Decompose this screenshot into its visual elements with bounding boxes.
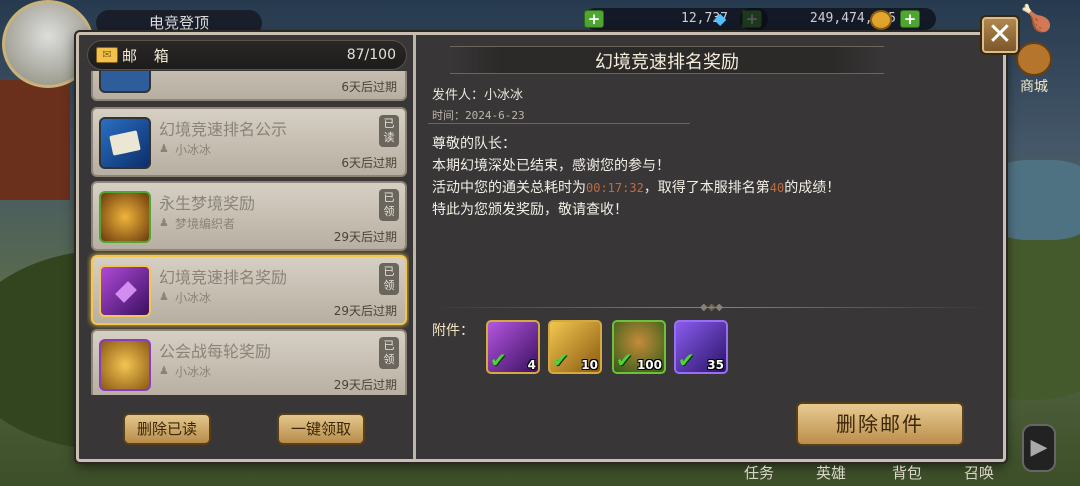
mailbox-header: ✉ 邮 箱 87/100 (87, 40, 407, 70)
attachment-purple-cube[interactable]: ✔ 35 (674, 320, 728, 374)
add-gems-button[interactable]: + (584, 10, 604, 28)
mail-item-expire: 29天后过期 (333, 230, 397, 244)
sender-label: 发件人： (432, 88, 485, 103)
nav-heroes[interactable]: 英雄 (816, 462, 846, 483)
shop-label: 商城 (1020, 79, 1048, 95)
mailbox-window: ✉ 邮 箱 87/100 6天后过期 幻境竞速排名公示 ♟ 小冰冰 已读 6天后… (76, 32, 1006, 462)
mail-item-sender: 小冰冰 (175, 143, 212, 157)
attachment-count: 4 (527, 358, 536, 372)
gold-coin-icon (870, 10, 892, 30)
person-icon: ♟ (159, 216, 169, 229)
body-line: 尊敬的队长： (432, 136, 516, 152)
mail-item-title: 幻境竞速排名奖励 (159, 268, 288, 287)
shop-icon (1016, 42, 1052, 76)
close-button[interactable]: ✕ (980, 15, 1020, 55)
nav-tasks[interactable]: 任务 (744, 462, 774, 483)
body-line: 本期幻境深处已结束，感谢您的参与！ (432, 158, 670, 174)
body-line: 特此为您颁发奖励，敬请查收！ (432, 202, 628, 218)
nav-bag[interactable]: 背包 (892, 462, 922, 483)
envelope-icon: ✉ (96, 47, 118, 63)
mail-item-title: 公会战每轮奖励 (159, 342, 272, 361)
purple-card-icon (99, 265, 151, 317)
mailbox-title: 邮 箱 (122, 47, 175, 65)
top-hud: 电竞登顶 12,737 + ◆ + 249,474,605 + 🍗 (0, 0, 1080, 88)
check-icon: ✔ (678, 348, 695, 372)
attachments-label: 附件： (432, 323, 474, 339)
time-value: 2024-6-23 (465, 109, 525, 122)
meta-underline (428, 123, 690, 124)
mail-body: 尊敬的队长： 本期幻境深处已结束，感谢您的参与！ 活动中您的通关总耗时为00:1… (432, 133, 840, 221)
mail-item-expire: 29天后过期 (333, 304, 397, 318)
delete-read-button[interactable]: 删除已读 (123, 413, 211, 445)
attachment-treasure-chest[interactable]: ✔ 100 (612, 320, 666, 374)
body-line: 活动中您的通关总耗时为00:17:32，取得了本服排名第40的成绩！ (432, 180, 841, 196)
drumstick-icon: 🍗 (1020, 4, 1053, 34)
mail-item-expire: 6天后过期 (341, 80, 397, 94)
mail-status-tag: 已领 (379, 189, 399, 221)
detail-title-banner: 幻境竞速排名奖励 (450, 44, 884, 74)
mail-status-tag: 已领 (379, 337, 399, 369)
mail-item[interactable]: 永生梦境奖励 ♟ 梦境编织者 已领 29天后过期 (91, 181, 407, 251)
time-row: 时间：2024-6-23 (432, 107, 525, 123)
mail-detail-title: 幻境竞速排名奖励 (595, 52, 739, 73)
sender-row: 发件人：小冰冰 (432, 84, 523, 103)
mail-item-icon (99, 71, 151, 93)
mail-count: 87/100 (346, 47, 396, 63)
expand-arrow-icon[interactable]: ▶ (1022, 424, 1056, 472)
mail-item[interactable]: 6天后过期 (91, 71, 407, 101)
envelope-icon (99, 117, 151, 169)
check-icon: ✔ (490, 348, 507, 372)
delete-mail-button[interactable]: 删除邮件 (796, 402, 964, 446)
separator-ornament: ◆◈◆ (700, 302, 724, 313)
mail-item[interactable]: 幻境竞速排名公示 ♟ 小冰冰 已读 6天后过期 (91, 107, 407, 177)
attachment-purple-card[interactable]: ✔ 4 (486, 320, 540, 374)
mail-item-title: 永生梦境奖励 (159, 194, 256, 213)
nav-summon[interactable]: 召唤 (964, 462, 994, 483)
mail-item-sender: 小冰冰 (175, 291, 212, 305)
sender-name: 小冰冰 (484, 88, 524, 103)
guild-coin-icon (99, 339, 151, 391)
person-icon: ♟ (159, 142, 169, 155)
panel-divider (413, 35, 416, 459)
attachment-count: 100 (636, 358, 662, 372)
add-stamina-button[interactable]: + (900, 10, 920, 28)
diamond-icon: ◆ (714, 9, 727, 28)
person-icon: ♟ (159, 364, 169, 377)
mail-item[interactable]: 公会战每轮奖励 ♟ 小冰冰 已领 29天后过期 (91, 329, 407, 395)
clear-time-value: 00:17:32 (586, 181, 644, 195)
claim-all-button[interactable]: 一键领取 (277, 413, 365, 445)
time-label: 时间： (432, 109, 465, 122)
attachment-gold-card[interactable]: ✔ 10 (548, 320, 602, 374)
check-icon: ✔ (552, 348, 569, 372)
mail-item-expire: 6天后过期 (341, 156, 397, 170)
person-icon: ♟ (159, 290, 169, 303)
mail-list[interactable]: 6天后过期 幻境竞速排名公示 ♟ 小冰冰 已读 6天后过期 永生梦境奖励 ♟ 梦… (87, 71, 409, 395)
mail-status-tag: 已领 (379, 263, 399, 295)
mail-item-title: 幻境竞速排名公示 (159, 120, 288, 139)
mail-item-sender: 小冰冰 (175, 365, 212, 379)
gold-pile-icon (99, 191, 151, 243)
rank-value: 40 (769, 181, 785, 195)
check-icon: ✔ (616, 348, 633, 372)
mail-item-expire: 29天后过期 (333, 378, 397, 392)
mail-item-selected[interactable]: 幻境竞速排名奖励 ♟ 小冰冰 已领 29天后过期 (91, 255, 407, 325)
attachment-count: 10 (581, 358, 598, 372)
mail-status-tag: 已读 (379, 115, 399, 147)
attachment-count: 35 (707, 358, 724, 372)
mail-item-sender: 梦境编织者 (175, 217, 236, 231)
